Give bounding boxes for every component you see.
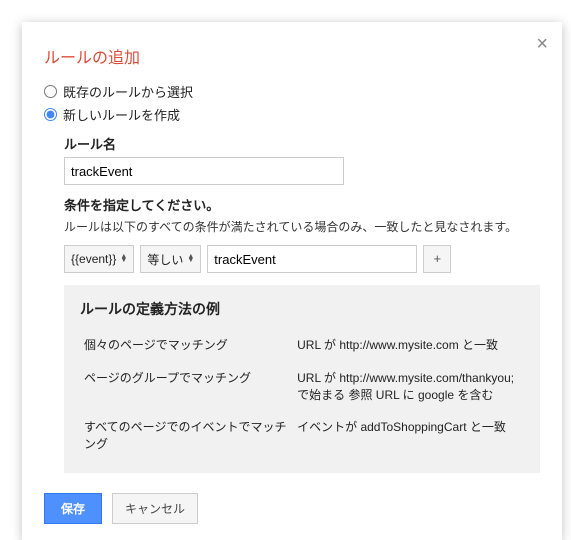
radio-new-input[interactable] [44,108,57,121]
conditions-help: ルールは以下のすべての条件が満たされている場合のみ、一致したと見なされます。 [64,218,540,235]
example-left: すべてのページでのイベントでマッチング [80,411,293,461]
condition-operator-select[interactable]: 等しい ▲▼ [140,245,201,273]
example-right: URL が http://www.mysite.com/thankyou; で始… [293,362,524,412]
condition-operator-value: 等しい [147,251,183,268]
close-icon[interactable]: × [536,34,548,54]
radio-new-label: 新しいルールを作成 [63,105,180,124]
conditions-label: 条件を指定してください。 [64,195,540,214]
dialog-footer: 保存 キャンセル [44,493,540,524]
new-rule-section: ルール名 条件を指定してください。 ルールは以下のすべての条件が満たされている場… [44,134,540,473]
radio-new-rule[interactable]: 新しいルールを作成 [44,105,540,124]
radio-existing-rule[interactable]: 既存のルールから選択 [44,82,540,101]
example-right: URL が http://www.mysite.com と一致 [293,329,524,362]
table-row: ページのグループでマッチング URL が http://www.mysite.c… [80,362,524,412]
condition-macro-select[interactable]: {{event}} ▲▼ [64,245,134,273]
condition-macro-value: {{event}} [71,252,116,266]
radio-existing-label: 既存のルールから選択 [63,82,193,101]
save-button[interactable]: 保存 [44,493,102,524]
condition-row: {{event}} ▲▼ 等しい ▲▼ + [64,245,540,273]
rule-name-label: ルール名 [64,134,540,153]
examples-table: 個々のページでマッチング URL が http://www.mysite.com… [80,329,524,461]
table-row: 個々のページでマッチング URL が http://www.mysite.com… [80,329,524,362]
dialog-title: ルールの追加 [44,44,540,68]
caret-icon: ▲▼ [120,255,127,263]
add-condition-button[interactable]: + [423,245,451,273]
example-right: イベントが addToShoppingCart と一致 [293,411,524,461]
example-left: 個々のページでマッチング [80,329,293,362]
examples-panel: ルールの定義方法の例 個々のページでマッチング URL が http://www… [64,285,540,473]
example-left: ページのグループでマッチング [80,362,293,412]
add-rule-dialog: × ルールの追加 既存のルールから選択 新しいルールを作成 ルール名 条件を指定… [22,22,562,540]
examples-heading: ルールの定義方法の例 [80,299,524,319]
condition-value-input[interactable] [207,245,417,273]
caret-icon: ▲▼ [187,255,194,263]
radio-existing-input[interactable] [44,85,57,98]
rule-name-input[interactable] [64,157,344,185]
table-row: すべてのページでのイベントでマッチング イベントが addToShoppingC… [80,411,524,461]
cancel-button[interactable]: キャンセル [112,493,198,524]
